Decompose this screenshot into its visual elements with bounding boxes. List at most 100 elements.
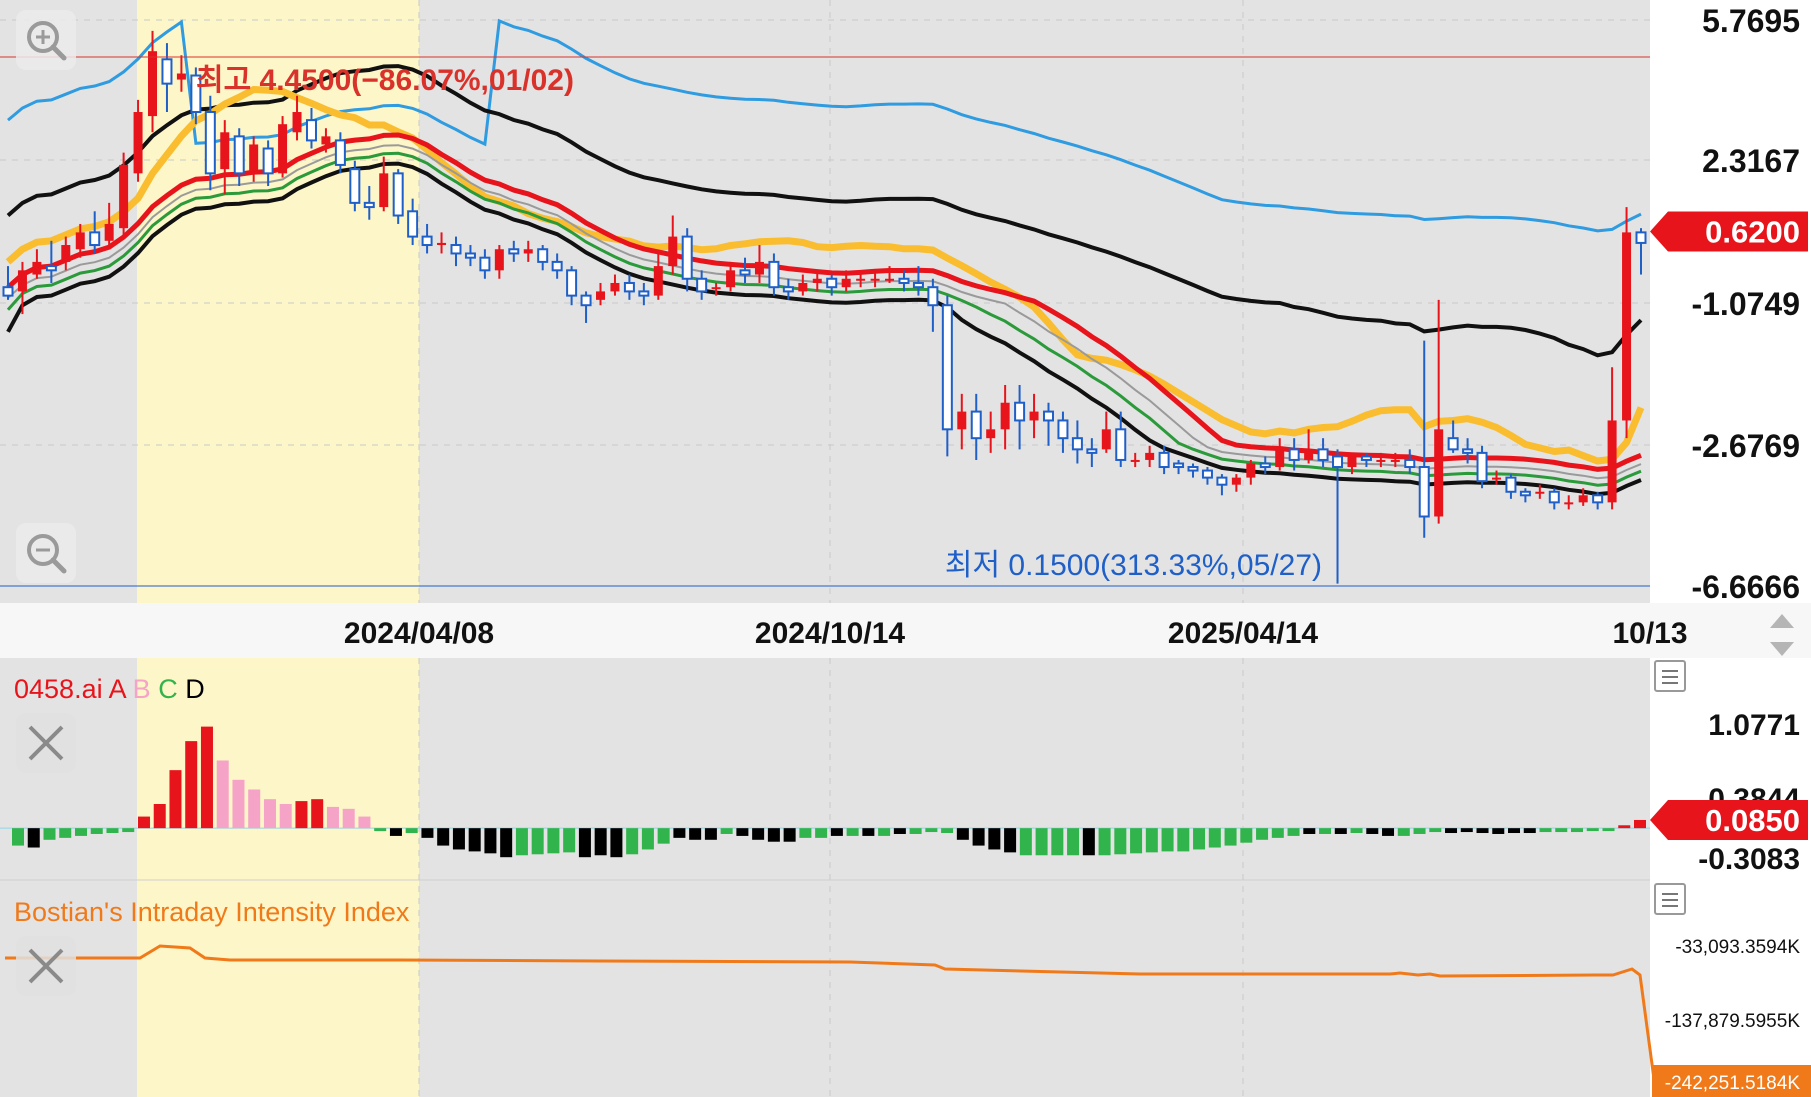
candle-body-down — [89, 231, 101, 247]
oscillator-bar — [1602, 828, 1615, 832]
price-axis-label: 5.7695 — [1702, 3, 1800, 39]
date-axis-label: 2025/04/14 — [1168, 617, 1318, 650]
oscillator-bar — [1208, 828, 1221, 848]
oscillator-bar — [1555, 828, 1568, 833]
zoom-in-button[interactable] — [16, 10, 76, 70]
candle-body-down — [681, 235, 693, 280]
candle-body-down — [1635, 231, 1647, 244]
oscillator-bar — [263, 799, 276, 829]
close-indicator-0458-button[interactable] — [16, 713, 76, 773]
price-axis-label: 2.3167 — [1702, 143, 1800, 179]
oscillator-bar — [515, 828, 528, 856]
indicator-bii-menu-button[interactable] — [1654, 883, 1686, 915]
oscillator-bar — [1177, 828, 1190, 852]
oscillator-bar — [1224, 828, 1237, 846]
candle-body-up — [61, 245, 71, 262]
oscillator-bar — [1082, 828, 1095, 856]
close-indicator-bii-button[interactable] — [16, 936, 76, 996]
oscillator-bar — [1051, 828, 1064, 856]
oscillator-axis-label: 1.0771 — [1708, 709, 1800, 742]
candle-body-up — [986, 429, 996, 439]
oscillator-bar — [1523, 828, 1536, 834]
oscillator-bar — [1145, 828, 1158, 853]
oscillator-bar — [641, 828, 654, 850]
oscillator-bar — [1287, 828, 1300, 836]
candle-body-down — [392, 172, 404, 217]
oscillator-bar — [563, 828, 576, 853]
candle-body-up — [1246, 463, 1256, 478]
oscillator-bar — [1098, 828, 1111, 856]
oscillator-bar — [1256, 828, 1269, 840]
candle-body-up — [1145, 452, 1155, 460]
chart-canvas[interactable]: 최고 4.4500(−86.07%,01/02) 최저 0.1500(313.33… — [0, 0, 1811, 1097]
candle-body-down — [349, 168, 361, 204]
candle-body-down — [1071, 437, 1083, 451]
oscillator-bar — [452, 828, 465, 850]
candle-body-down — [1332, 455, 1344, 469]
candle-body-down — [566, 269, 578, 297]
candle-body-down — [696, 277, 708, 293]
candle-body-up — [278, 124, 288, 174]
candle-body-down — [407, 210, 419, 238]
candle-body-up — [133, 112, 143, 174]
indicator-0458-menu-button[interactable] — [1654, 660, 1686, 692]
candle-body-down — [1592, 494, 1604, 504]
candle-body-up — [1578, 495, 1588, 503]
candle-body-down — [898, 277, 910, 284]
candle-body-down — [927, 286, 939, 307]
oscillator-bar — [1035, 828, 1048, 856]
candle-body-up — [957, 411, 967, 430]
candle-body-up — [1231, 477, 1241, 485]
candle-body-up — [249, 144, 259, 174]
candle-body-down — [1173, 462, 1185, 469]
oscillator-bar — [704, 828, 717, 840]
oscillator-bar — [1004, 828, 1017, 853]
oscillator-bar — [1382, 828, 1395, 836]
candle-body-up — [494, 249, 504, 271]
candle-body-up — [1622, 232, 1632, 421]
oscillator-bar — [200, 726, 213, 829]
candle-body-down — [638, 290, 650, 297]
oscillator-bar — [153, 803, 166, 829]
candle-body-down — [1317, 448, 1329, 461]
candle-body-up — [148, 51, 158, 117]
candle-body-up — [596, 291, 606, 300]
oscillator-bar — [484, 828, 497, 854]
candle-body-up — [1101, 429, 1111, 450]
bii-axis-label: -137,879.5955K — [1665, 1011, 1801, 1032]
candle-body-up — [1029, 411, 1039, 421]
highest-price-label: 최고 4.4500(−86.07%,01/02) — [196, 64, 574, 97]
candle-body-down — [1115, 428, 1127, 461]
candle-body-down — [1462, 448, 1474, 454]
zoom-out-button[interactable] — [16, 523, 76, 583]
oscillator-bar — [720, 828, 733, 834]
oscillator-bar — [815, 828, 828, 838]
candle-body-down — [1548, 490, 1560, 504]
oscillator-bar — [59, 828, 72, 838]
oscillator-bar — [122, 828, 135, 833]
candle-body-down — [580, 294, 592, 307]
oscillator-bar — [626, 828, 639, 855]
candle-body-down — [1201, 469, 1213, 479]
candle-body-up — [1000, 402, 1010, 430]
date-axis-label: 2024/10/14 — [755, 617, 905, 650]
oscillator-bar — [767, 828, 780, 842]
candle-body-up — [75, 232, 85, 250]
oscillator-bar — [232, 779, 245, 829]
oscillator-axis-label: -0.3083 — [1698, 843, 1800, 876]
oscillator-bar — [1413, 828, 1426, 834]
legend-c: C — [158, 674, 178, 704]
axis-scale-arrows[interactable] — [1762, 610, 1802, 660]
current-price-label: 0.6200 — [1705, 215, 1800, 250]
oscillator-bar — [389, 828, 402, 836]
stock-chart-screen: 최고 4.4500(−86.07%,01/02) 최저 0.1500(313.33… — [0, 0, 1811, 1097]
candle-body-up — [1535, 491, 1545, 494]
oscillator-bar — [909, 828, 922, 834]
candle-body-up — [668, 236, 678, 267]
oscillator-bar — [1303, 828, 1316, 834]
oscillator-bar — [1634, 819, 1646, 829]
candle-body-down — [334, 139, 346, 166]
oscillator-bar — [783, 828, 796, 842]
candle-body-up — [379, 173, 389, 208]
oscillator-current-label: 0.0850 — [1705, 803, 1800, 838]
